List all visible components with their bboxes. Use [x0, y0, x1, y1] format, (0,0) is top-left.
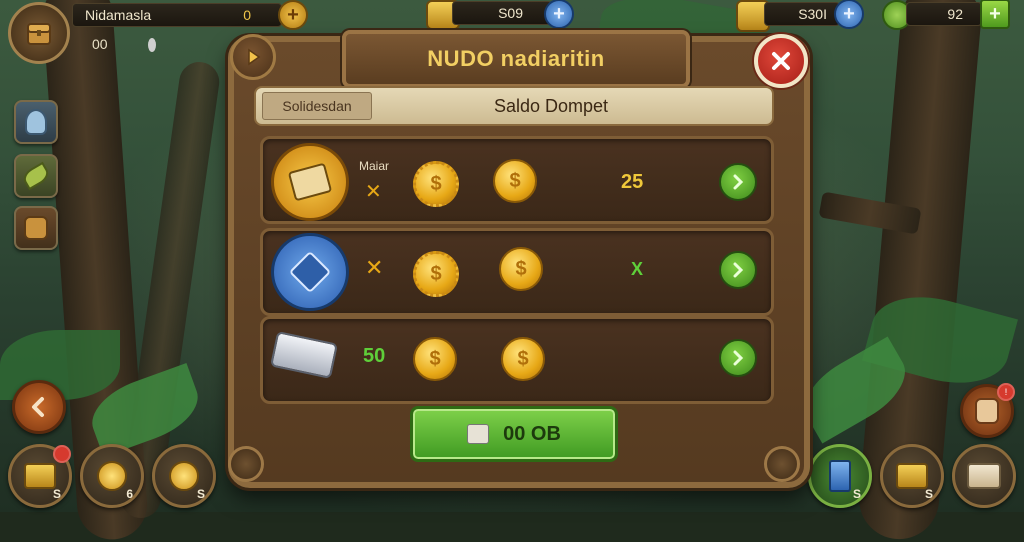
resource1-bar: S09: [452, 1, 552, 25]
card-chip-icon: [467, 424, 490, 444]
coin-icon: $: [413, 161, 459, 207]
side-button-leaf[interactable]: [14, 154, 58, 198]
confirm-button-label: 00 OB: [503, 422, 561, 445]
row-go-button[interactable]: [719, 339, 757, 377]
row-label: 50: [363, 345, 386, 367]
card-icon: [829, 460, 851, 492]
bottom-right-item-2[interactable]: S: [880, 444, 944, 508]
cross-swords-icon: ✕: [365, 255, 384, 280]
player-name-bar: Nidamasla 0: [72, 3, 282, 27]
chevron-right-icon: [733, 174, 744, 190]
add-resource2-button[interactable]: +: [834, 0, 864, 29]
bottom-right-item-1[interactable]: S: [808, 444, 872, 508]
resource3-value: 92: [947, 6, 963, 22]
coin-icon: [97, 461, 127, 491]
add-resource3-button[interactable]: +: [980, 0, 1010, 29]
close-icon: [772, 52, 790, 70]
item-count: S: [852, 487, 861, 501]
blue-gem-icon: [271, 233, 349, 311]
plus-icon: +: [843, 3, 855, 25]
panel-corner-knob: [764, 446, 800, 482]
resource1-value: S09: [498, 5, 523, 21]
leaf-icon: [20, 161, 52, 191]
row-go-button[interactable]: [719, 163, 757, 201]
panel-tab-bar: Solidesdan Saldo Dompet: [254, 86, 774, 126]
play-button[interactable]: [230, 34, 276, 80]
tab-label: Solidesdan: [282, 98, 352, 114]
gold-ticket-icon: [271, 143, 349, 221]
player-avatar[interactable]: [8, 2, 70, 64]
play-icon: [248, 48, 261, 66]
resource2-value: S30I: [798, 6, 827, 22]
panel-corner-knob: [228, 446, 264, 482]
tab-solidesdan[interactable]: Solidesdan: [262, 92, 372, 120]
coin-icon: $: [499, 247, 543, 291]
confirm-button[interactable]: 00 OB: [410, 406, 618, 462]
wallet-row-1: Maiar ✕ $ $ 25: [260, 136, 774, 224]
add-player-button[interactable]: +: [278, 0, 308, 30]
potion-icon: [25, 109, 47, 135]
hand-action-button[interactable]: !: [960, 383, 1015, 438]
item-count: S: [52, 487, 61, 501]
bottom-right-item-3[interactable]: [952, 444, 1016, 508]
close-button[interactable]: [754, 34, 808, 88]
notification-badge: !: [997, 383, 1015, 401]
row-go-button[interactable]: [719, 251, 757, 289]
item-count: 6: [126, 487, 133, 501]
panel-title: NUDO nadiaritin: [427, 46, 605, 71]
resource2-bar: S30I: [764, 2, 840, 26]
plus-icon: +: [989, 3, 1001, 25]
plus-icon: +: [553, 3, 565, 25]
side-button-bag[interactable]: [14, 206, 58, 250]
item-count: S: [924, 487, 933, 501]
arrow-left-icon: [32, 397, 44, 417]
row-amount: X: [631, 259, 644, 279]
resource3-bar: 92: [906, 2, 982, 26]
item-count: S: [196, 487, 205, 501]
scroll-icon: [967, 463, 1001, 489]
bag-icon: [24, 216, 48, 240]
panel-title-plate: NUDO nadiaritin: [342, 30, 690, 88]
silver-bar-icon: [269, 330, 339, 380]
chevron-right-icon: [733, 262, 744, 278]
hand-icon: [975, 398, 999, 424]
wallet-row-3: 50 $ $: [260, 316, 774, 404]
gold-bar-icon: [896, 463, 928, 489]
gold-bag-icon: [24, 463, 56, 489]
coin-icon: $: [493, 159, 537, 203]
coin-icon: [169, 461, 199, 491]
side-button-potion[interactable]: [14, 100, 58, 144]
notification-badge: [53, 445, 71, 463]
bottom-left-item-2[interactable]: 6: [80, 444, 144, 508]
row-amount: 25: [621, 171, 644, 193]
cross-swords-icon: ✕: [365, 181, 382, 203]
extra-left-value: 00: [92, 36, 108, 52]
coin-icon: $: [413, 337, 457, 381]
bottom-left-item-1[interactable]: S: [8, 444, 72, 508]
bottom-left-item-3[interactable]: S: [152, 444, 216, 508]
player-name: Nidamasla: [85, 7, 152, 23]
coin-icon: $: [413, 251, 459, 297]
chevron-right-icon: [733, 350, 744, 366]
row-label: Maiar: [359, 159, 390, 173]
back-button[interactable]: [12, 380, 66, 434]
player-value: 0: [243, 7, 251, 23]
tab-title: Saldo Dompet: [493, 95, 609, 116]
wallet-row-2: ✕ $ $ X: [260, 228, 774, 316]
treasure-chest-icon: [27, 23, 51, 45]
add-resource1-button[interactable]: +: [544, 0, 574, 29]
plus-icon: +: [287, 4, 299, 26]
feather-icon: [148, 38, 156, 52]
coin-icon: $: [501, 337, 545, 381]
